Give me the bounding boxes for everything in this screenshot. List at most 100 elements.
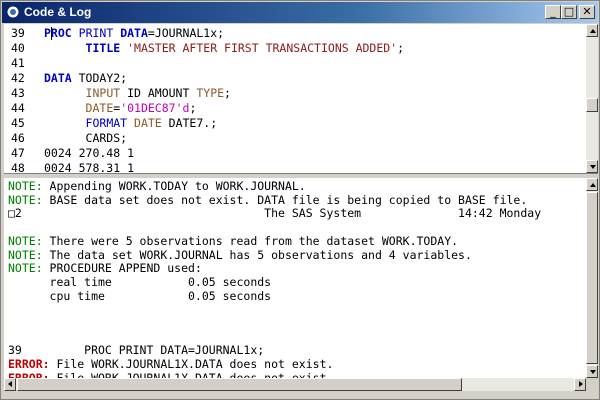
close-button[interactable]: ✕ bbox=[579, 5, 595, 19]
arrow-left-icon bbox=[8, 381, 12, 387]
maximize-icon: □ bbox=[563, 5, 575, 18]
log-text: BASE data set does not exist. DATA file … bbox=[42, 192, 528, 207]
log-vertical-scrollbar[interactable] bbox=[586, 178, 598, 378]
code-token: DATE7.; bbox=[161, 116, 218, 130]
code-editor-pane[interactable]: 39 PROC PRINT DATA =JOURNAL1x; 40 TITLE 'MA… bbox=[4, 24, 586, 173]
code-line[interactable]: 41 bbox=[11, 56, 44, 70]
log-text: Appending WORK.TODAY to WORK.JOURNAL. bbox=[42, 179, 306, 193]
error-label: ERROR: bbox=[8, 370, 50, 378]
line-number: 45 bbox=[11, 116, 25, 130]
log-text: File WORK.JOURNAL1X.DATA does not exist. bbox=[49, 357, 334, 372]
log-line[interactable]: cpu time 0.05 seconds bbox=[8, 288, 272, 303]
close-icon: ✕ bbox=[582, 5, 592, 18]
log-pane[interactable]: NOTE: Appending WORK.TODAY to WORK.JOURN… bbox=[4, 178, 586, 378]
code-token: PROC bbox=[44, 26, 72, 40]
log-horizontal-scrollbar[interactable] bbox=[4, 378, 586, 391]
arrow-down-icon bbox=[590, 165, 596, 169]
code-token: 0024 578.31 1 bbox=[44, 161, 135, 173]
log-text: cpu time 0.05 seconds bbox=[8, 288, 272, 303]
code-token: '01DEC87'd bbox=[120, 101, 190, 115]
code-token: ID AMOUNT bbox=[120, 86, 197, 100]
code-token: ; bbox=[189, 101, 197, 115]
log-scroll-left-button[interactable] bbox=[4, 378, 16, 391]
log-text: PROCEDURE APPEND used: bbox=[42, 261, 202, 276]
code-line[interactable]: 47 0024 270.48 1 bbox=[11, 146, 134, 160]
line-number: 47 bbox=[11, 146, 25, 160]
log-line[interactable]: NOTE: The data set WORK.JOURNAL has 5 ob… bbox=[8, 248, 472, 262]
code-line[interactable]: 39 PROC PRINT DATA=JOURNAL1x; bbox=[11, 26, 224, 40]
error-label: ERROR: bbox=[8, 357, 50, 372]
log-scroll-down-button[interactable] bbox=[586, 365, 598, 378]
log-line[interactable]: NOTE: There were 5 observations read fro… bbox=[8, 234, 458, 248]
minimize-button[interactable]: _ bbox=[545, 5, 561, 19]
code-line[interactable]: 42 DATA TODAY2; bbox=[11, 71, 127, 85]
code-line[interactable]: 45 FORMAT DATE DATE7.; bbox=[11, 116, 217, 130]
line-number: 42 bbox=[11, 71, 25, 85]
code-line[interactable]: 46 CARDS; bbox=[11, 131, 127, 145]
line-number: 41 bbox=[11, 56, 25, 70]
code-token: DATE bbox=[134, 116, 162, 130]
code-token: 0024 270.48 1 bbox=[44, 146, 135, 160]
arrow-up-icon bbox=[590, 29, 596, 33]
log-line[interactable]: NOTE: BASE data set does not exist. DATA… bbox=[8, 193, 527, 207]
log-hscroll-thumb[interactable] bbox=[17, 378, 462, 391]
code-token: ; bbox=[224, 86, 231, 100]
log-line[interactable]: ERROR: File WORK.JOURNAL1X.DATA does not… bbox=[8, 357, 333, 371]
code-line[interactable]: 43 INPUT ID AMOUNT TYPE; bbox=[11, 86, 231, 100]
title-bar[interactable]: Code & Log _ □ ✕ bbox=[2, 2, 598, 23]
log-text: The data set WORK.JOURNAL has 5 observat… bbox=[42, 247, 472, 262]
line-number: 48 bbox=[11, 161, 25, 173]
log-line[interactable]: ERROR: File WORK.JOURNAL1X.DATA does not… bbox=[8, 371, 333, 378]
log-line[interactable]: real time 0.05 seconds bbox=[8, 274, 272, 289]
code-vertical-scrollbar[interactable] bbox=[586, 24, 598, 173]
note-label: NOTE: bbox=[8, 261, 43, 276]
log-line[interactable]: NOTE: Appending WORK.TODAY to WORK.JOURN… bbox=[8, 179, 306, 193]
note-label: NOTE: bbox=[8, 233, 43, 248]
sas-app-icon bbox=[6, 5, 20, 19]
log-text: real time 0.05 seconds bbox=[8, 274, 272, 289]
arrow-right-icon bbox=[579, 381, 583, 387]
code-line[interactable]: 40 TITLE 'MASTER AFTER FIRST TRANSACTION… bbox=[11, 41, 404, 55]
code-token: CARDS; bbox=[44, 131, 128, 145]
log-scroll-right-button[interactable] bbox=[574, 378, 586, 391]
note-label: NOTE: bbox=[8, 247, 43, 262]
code-line[interactable]: 44 DATE='01DEC87'd; bbox=[11, 101, 196, 115]
log-scroll-thumb[interactable] bbox=[586, 192, 598, 364]
minimize-icon: _ bbox=[550, 5, 556, 18]
code-token: FORMAT bbox=[85, 116, 128, 130]
code-token: 'MASTER AFTER FIRST TRANSACTIONS ADDED' bbox=[127, 41, 398, 55]
text-caret bbox=[51, 27, 52, 40]
code-line[interactable]: 48 0024 578.31 1 bbox=[11, 161, 134, 173]
code-log-window: Code & Log _ □ ✕ 39 PROC PRINT DATA =JOURN… bbox=[0, 0, 600, 400]
log-line[interactable]: □2 The SAS System 14:42 Monday bbox=[8, 206, 541, 220]
log-text: □2 The SAS System 14:42 Monday bbox=[8, 206, 542, 221]
size-grip[interactable] bbox=[586, 378, 598, 391]
code-token: =JOURNAL1x; bbox=[147, 26, 225, 40]
code-token: TODAY2; bbox=[71, 71, 128, 85]
line-number: 43 bbox=[11, 86, 25, 100]
line-number: 44 bbox=[11, 101, 25, 115]
log-text: 39 PROC PRINT DATA=JOURNAL1x; bbox=[8, 343, 265, 358]
log-line[interactable]: NOTE: PROCEDURE APPEND used: bbox=[8, 261, 202, 275]
code-token: INPUT bbox=[85, 86, 121, 100]
log-text: There were 5 observations read from the … bbox=[42, 233, 459, 248]
window-title: Code & Log bbox=[24, 5, 92, 19]
code-scroll-down-button[interactable] bbox=[586, 160, 598, 173]
code-token: DATA bbox=[44, 71, 72, 85]
code-scroll-up-button[interactable] bbox=[586, 24, 598, 37]
line-number: 40 bbox=[11, 41, 25, 55]
maximize-button[interactable]: □ bbox=[561, 5, 577, 19]
log-scroll-up-button[interactable] bbox=[586, 178, 598, 191]
code-token: TYPE bbox=[196, 86, 225, 100]
code-scroll-thumb[interactable] bbox=[586, 98, 598, 112]
log-line[interactable]: 39 PROC PRINT DATA=JOURNAL1x; bbox=[8, 343, 264, 357]
line-number: 39 bbox=[11, 26, 25, 40]
code-token: PRINT bbox=[78, 26, 114, 40]
log-text: File WORK.JOURNAL1X.DATA does not exist. bbox=[49, 370, 334, 378]
